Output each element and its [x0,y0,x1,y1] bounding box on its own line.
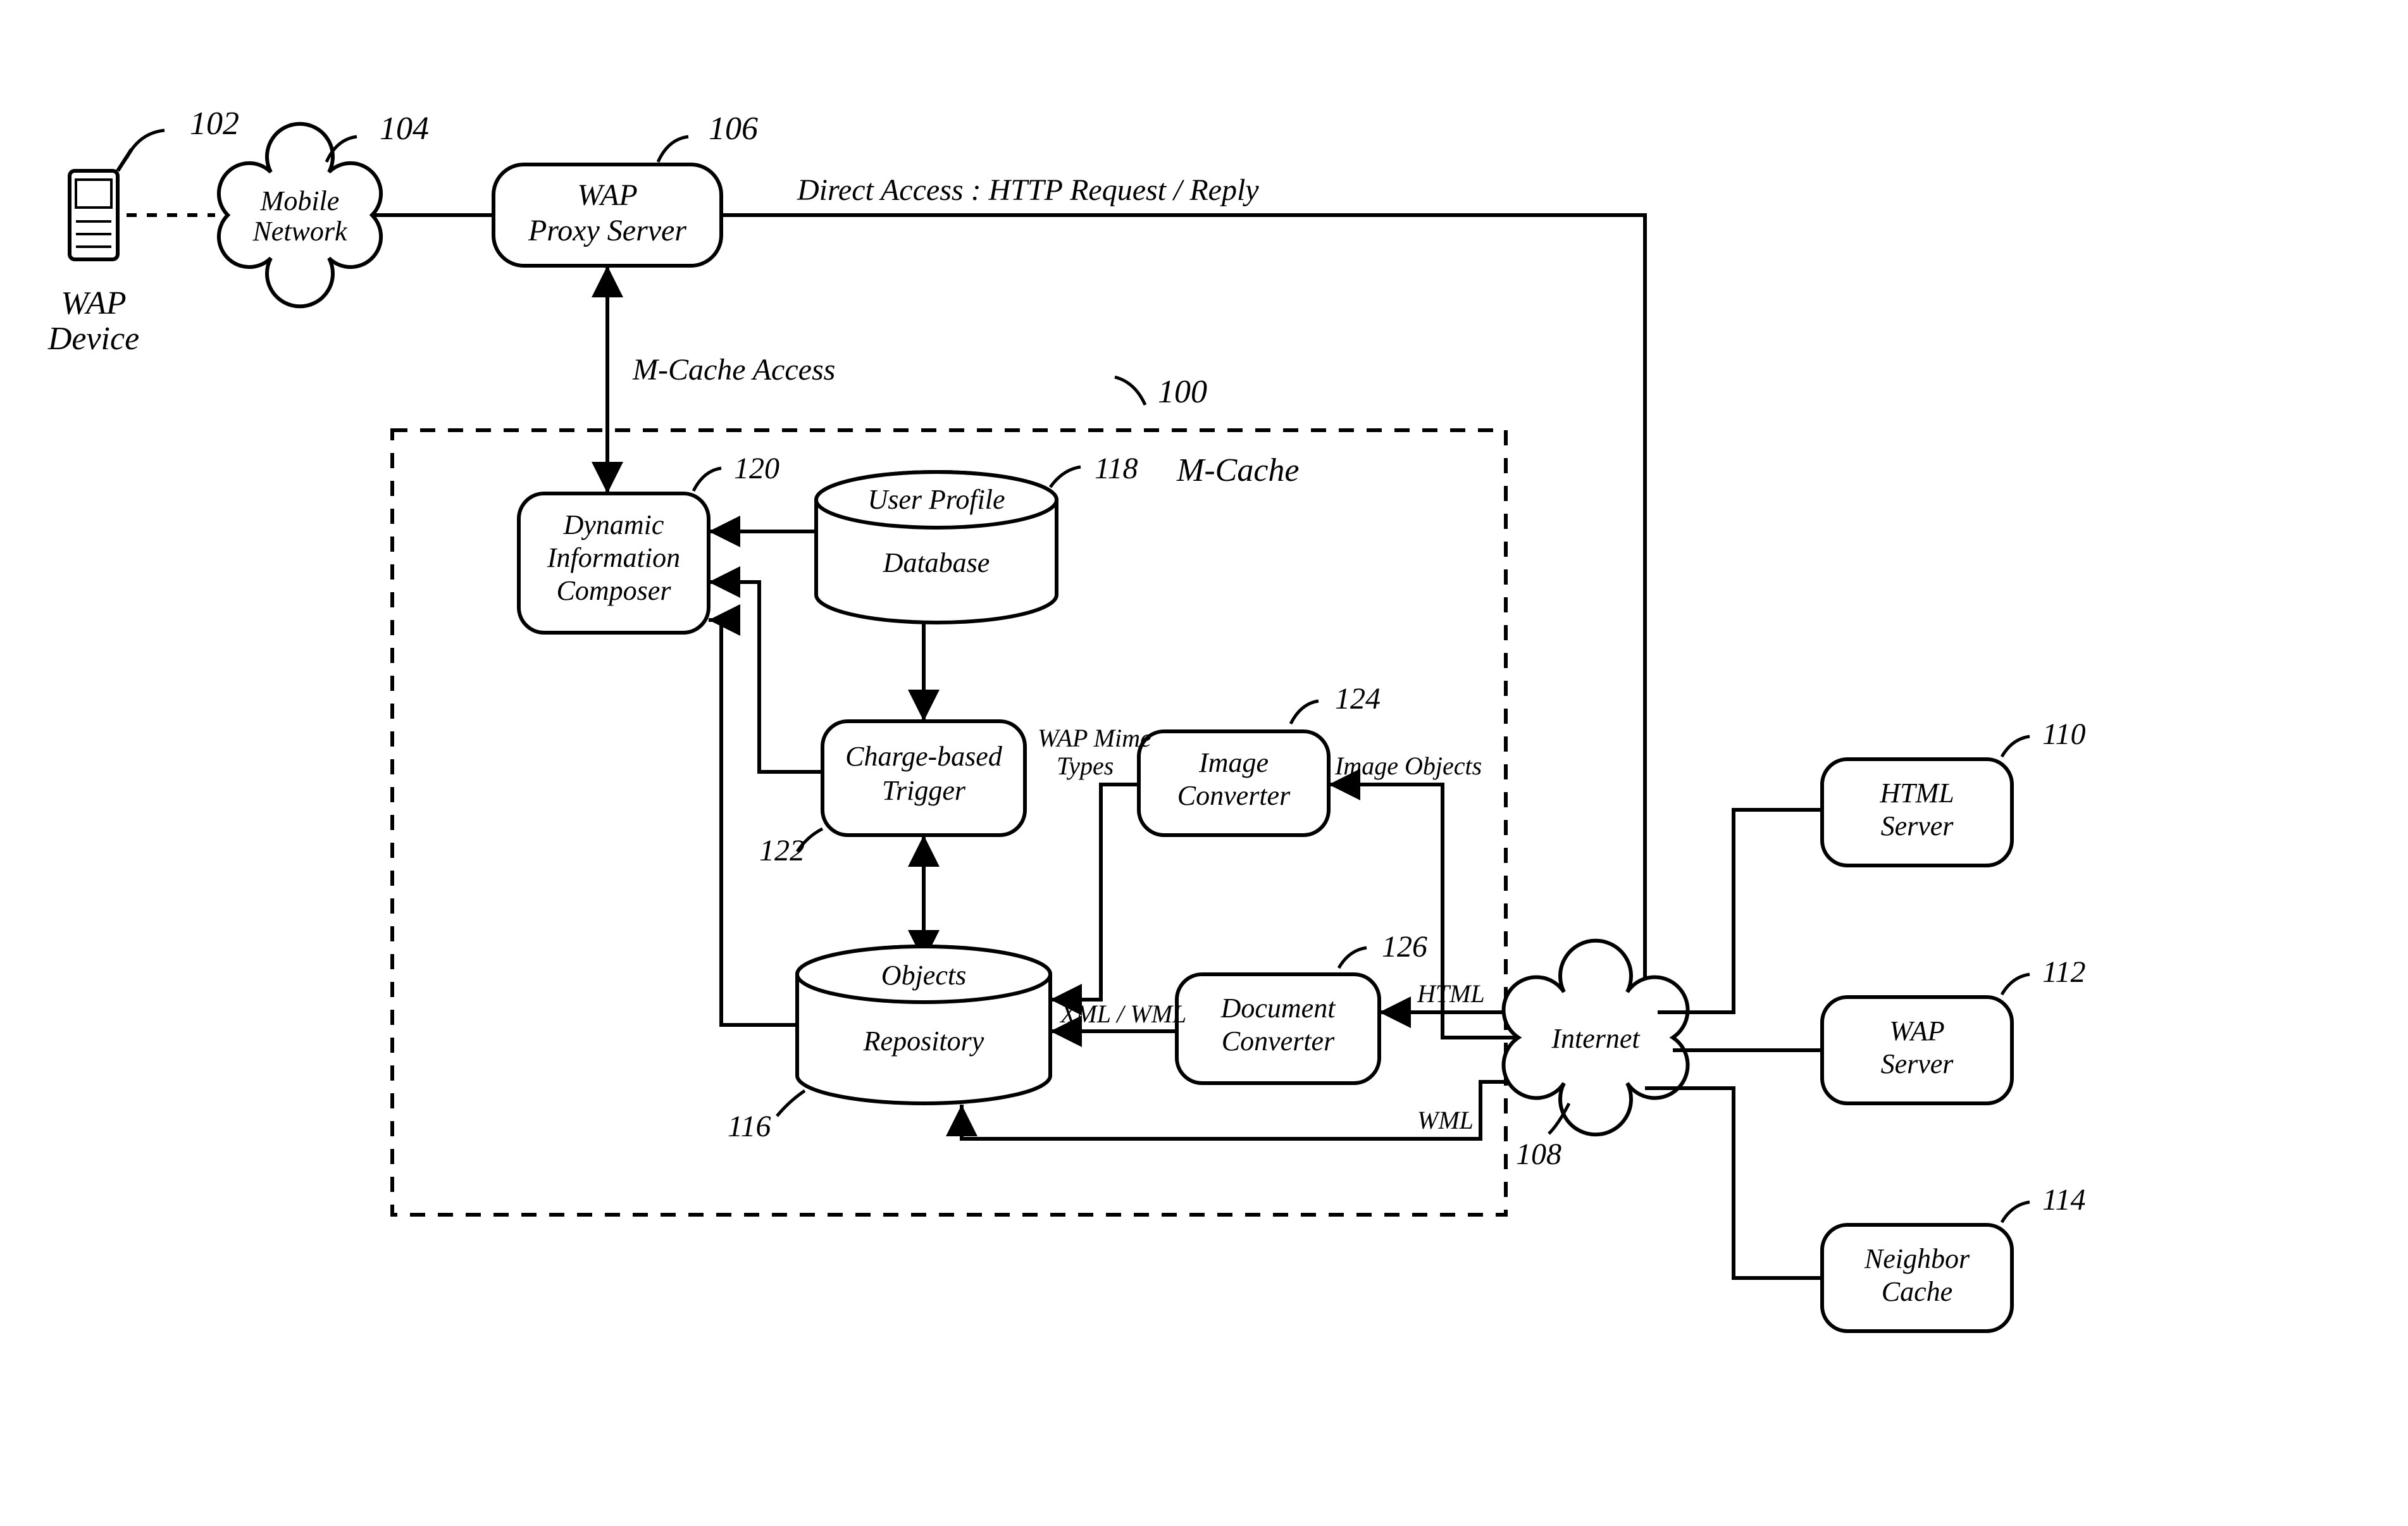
mcache-title: M-Cache [1176,452,1299,488]
wml-label: WML [1417,1106,1474,1134]
edge-mcache-access: M-Cache Access [607,266,835,493]
mcache-access-label: M-Cache Access [632,353,835,387]
wap-server: WAP Server 112 [1822,955,2085,1103]
html-server: HTML Server 110 [1822,717,2085,865]
trig-l2: Trigger [882,775,966,806]
ref-126: 126 [1382,930,1427,964]
imgc-l2: Converter [1177,780,1291,811]
mobile-network-cloud: Mobile Network 104 [219,111,429,306]
wap-device-label-1: WAP [61,285,126,321]
proxy-label-2: Proxy Server [528,214,686,247]
wap-mime-label-1: WAP Mime [1038,724,1151,752]
wap-proxy-server: WAP Proxy Server 106 [493,111,758,266]
trig-l1: Charge-based [845,741,1003,772]
ref-110: 110 [2042,717,2085,751]
ref-100: 100 [1158,374,1207,410]
html-srv-l2: Server [1881,810,1954,841]
ref-102: 102 [190,106,239,142]
ref-114: 114 [2042,1183,2085,1217]
nbr-l1: Neighbor [1864,1243,1970,1274]
internet-label: Internet [1551,1023,1641,1054]
ref-124: 124 [1335,682,1381,716]
charge-based-trigger: Charge-based Trigger 122 [759,721,1025,867]
dynamic-information-composer: Dynamic Information Composer 120 [519,452,779,633]
docc-l1: Document [1220,993,1337,1024]
html-srv-l1: HTML [1879,778,1954,809]
proxy-label-1: WAP [577,178,637,212]
image-objects-label: Image Objects [1334,752,1482,780]
direct-access-label: Direct Access : HTTP Request / Reply [797,173,1259,207]
xml-wml-label: XML / WML [1059,1000,1186,1028]
mobile-net-label-2: Network [252,216,348,247]
user-profile-database: User Profile Database 118 [816,452,1138,623]
dic-l2: Information [547,542,680,573]
edge-wml: WML [962,1082,1544,1139]
nbr-l2: Cache [1882,1276,1952,1307]
wap-srv-l1: WAP [1889,1015,1944,1046]
diagram: WAP Device 102 Mobile Network 104 WAP Pr… [0,0,2408,1526]
internet-cloud: Internet 108 [1504,941,1688,1171]
wap-srv-l2: Server [1881,1048,1954,1079]
edge-xml-wml: XML / WML [1050,1000,1186,1031]
ref-116: 116 [728,1110,771,1143]
ref-118: 118 [1095,452,1138,485]
wap-mime-label-2: Types [1057,752,1114,780]
docc-l2: Converter [1222,1026,1335,1057]
udb-l2: Database [883,547,990,578]
ref-106: 106 [709,111,758,147]
ref-112: 112 [2042,955,2085,989]
wap-device: WAP Device 102 [47,106,239,357]
html-label: HTML [1417,979,1485,1008]
repo-l2: Repository [863,1026,984,1057]
objects-repository: Objects Repository 116 [728,946,1050,1143]
ref-108: 108 [1516,1138,1561,1171]
dic-l1: Dynamic [563,509,664,540]
ref-104: 104 [380,111,429,147]
edge-html: HTML [1379,979,1518,1012]
dic-l3: Composer [557,575,672,606]
imgc-l1: Image [1198,747,1269,778]
ref-120: 120 [734,452,779,485]
neighbor-cache: Neighbor Cache 114 [1822,1183,2085,1331]
document-converter: Document Converter 126 [1177,930,1427,1083]
wap-device-label-2: Device [47,321,139,357]
udb-l1: User Profile [867,484,1005,515]
edge-wap-mime: WAP Mime Types [1038,724,1151,1000]
repo-l1: Objects [881,960,966,991]
mobile-net-label-1: Mobile [260,185,340,216]
